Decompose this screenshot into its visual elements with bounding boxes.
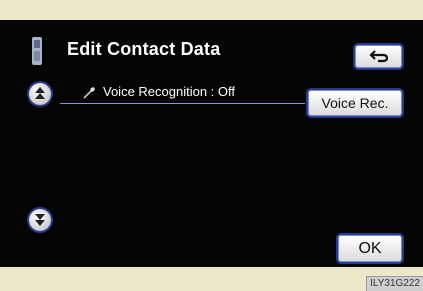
scroll-down-icon: [35, 214, 45, 226]
display-screen: Edit Contact Data Voice Recognition : Of…: [0, 20, 423, 267]
phone-icon: [32, 37, 42, 65]
list-item[interactable]: Voice Recognition : Off: [60, 83, 305, 104]
footer: ILY31G222: [0, 267, 423, 291]
scroll-up-icon: [35, 87, 45, 99]
scroll-up-button[interactable]: [29, 83, 51, 105]
scroll-down-button[interactable]: [29, 209, 51, 231]
ok-button[interactable]: OK: [338, 235, 402, 262]
image-code: ILY31G222: [366, 276, 423, 291]
back-button[interactable]: [355, 45, 402, 68]
back-arrow-icon: [368, 50, 388, 63]
page-title: Edit Contact Data: [67, 39, 221, 59]
voice-recognition-label: Voice Recognition : Off: [103, 84, 236, 99]
microphone-icon: [83, 87, 95, 99]
voice-rec-button[interactable]: Voice Rec.: [308, 90, 402, 116]
